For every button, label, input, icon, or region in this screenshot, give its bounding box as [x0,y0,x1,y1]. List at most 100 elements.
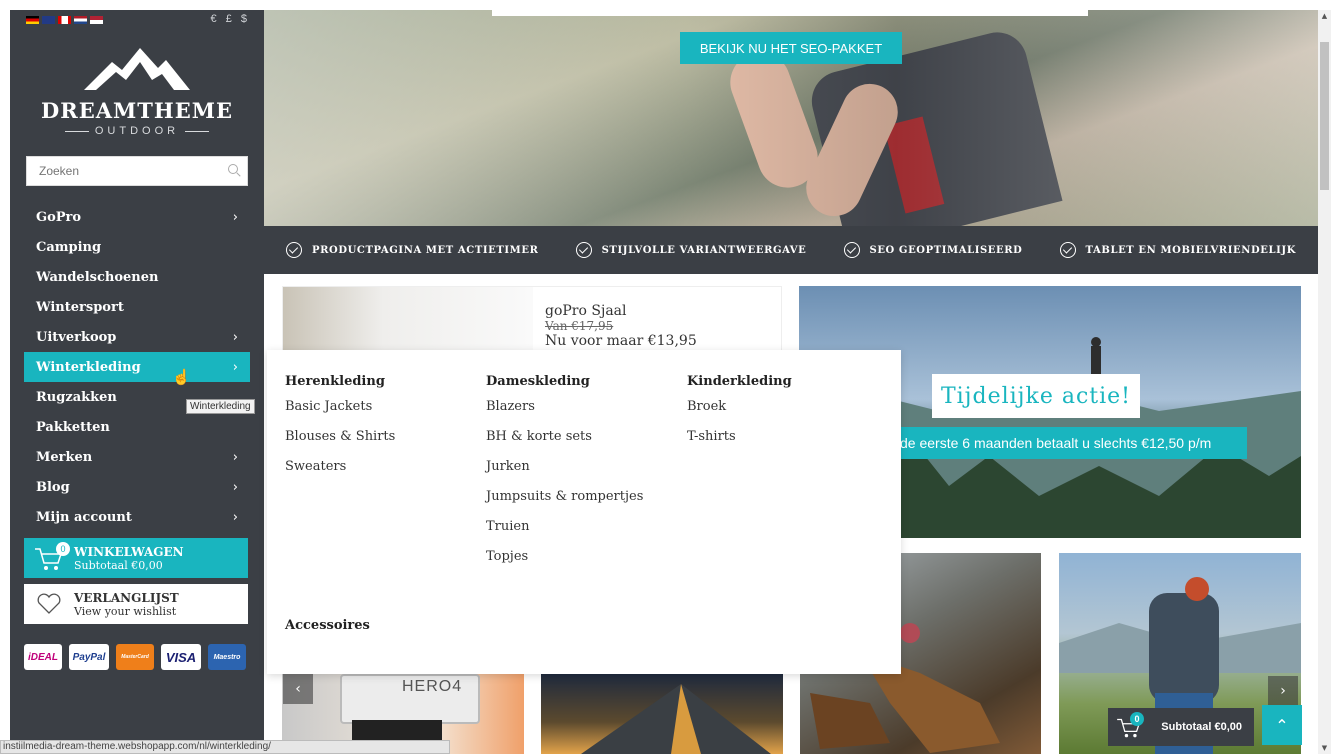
hero-top-bar [492,10,1088,16]
mega-link[interactable]: Topjes [486,549,643,579]
flag-de-icon[interactable] [26,16,39,24]
mega-link[interactable]: Sweaters [285,459,395,489]
check-circle-icon [1059,242,1076,258]
menu-item-label: Pakketten [36,419,110,435]
floating-cart-subtotal: Subtotaal €0,00 [1161,721,1242,733]
menu-item-label: Merken [36,449,93,465]
scroll-up-arrow-icon[interactable]: ▲ [1318,10,1331,22]
cart-icon: 0 [24,538,74,578]
menu-item-label: Wandelschoenen [36,269,159,285]
currency-switcher[interactable]: € £ $ [211,13,250,25]
chevron-right-icon: › [232,509,238,525]
sidebar-cart-button[interactable]: 0 WINKELWAGEN Subtotaal €0,00 [24,538,248,578]
gopro-label: HERO4 [402,678,463,695]
visa-icon: VISA [161,644,201,670]
mega-link[interactable]: Broek [687,399,792,429]
chevron-right-icon: › [232,329,238,345]
flag-uk-icon[interactable] [42,16,55,24]
wishlist-title: VERLANGLIJST [74,590,179,605]
usp-label: STIJLVOLLE VARIANTWEERGAVE [601,244,807,256]
menu-item-camping[interactable]: Camping [24,232,250,262]
promo-text: de eerste 6 maanden betaalt u slechts €1… [898,427,1245,459]
mega-link-accessoires[interactable]: Accessoires [285,618,370,633]
flag-nl-icon[interactable] [74,16,87,24]
mega-link[interactable]: Truien [486,519,643,549]
language-flags [26,16,103,24]
menu-item-mijn-account[interactable]: Mijn account › [24,502,250,532]
browser-status-url: instiilmedia-dream-theme.webshopapp.com/… [0,740,450,754]
menu-item-wandelschoenen[interactable]: Wandelschoenen [24,262,250,292]
slider-prev-button[interactable]: ‹ [283,674,313,704]
menu-item-label: Mijn account [36,509,132,525]
mega-link[interactable]: Jumpsuits & rompertjes [486,489,643,519]
usp-item: TABLET EN MOBIELVRIENDELIJK [1059,242,1296,258]
payment-methods: iDEAL PayPal MasterCard VISA Maestro [24,644,246,670]
mega-link[interactable]: Jurken [486,459,643,489]
tent-image [581,684,771,754]
chevron-up-icon: ⌃ [1275,715,1289,735]
flag-ca-icon[interactable] [58,16,71,24]
mega-link[interactable]: T-shirts [687,429,792,459]
flag-us-icon[interactable] [90,16,103,24]
product-name[interactable]: goPro Sjaal [545,303,697,319]
winterkleding-mega-menu: Herenkleding Basic Jackets Blouses & Shi… [267,350,901,674]
brand-logo[interactable]: DREAMTHEME OUTDOOR [10,44,264,137]
brand-title: DREAMTHEME [41,98,233,123]
scroll-to-top-button[interactable]: ⌃ [1262,705,1302,745]
menu-item-label: Blog [36,479,70,495]
menu-item-label: Rugzakken [36,389,117,405]
paypal-icon: PayPal [69,644,109,670]
check-circle-icon [575,242,592,258]
usp-item: STIJLVOLLE VARIANTWEERGAVE [575,242,807,258]
mountain-logo-icon [84,48,190,90]
page-scrollbar[interactable]: ▲ ▼ [1318,10,1331,754]
product-old-price: Van €17,95 [545,319,614,333]
tile-camping[interactable] [541,674,783,754]
mega-column-herenkleding: Herenkleding Basic Jackets Blouses & Shi… [285,374,395,489]
hero-banner[interactable]: BEKIJK NU HET SEO-PAKKET [264,10,1318,226]
cart-count-badge: 0 [56,542,70,556]
seo-package-button[interactable]: BEKIJK NU HET SEO-PAKKET [680,32,902,64]
menu-item-label: GoPro [36,209,82,225]
scroll-down-arrow-icon[interactable]: ▼ [1318,742,1331,754]
menu-item-uitverkoop[interactable]: Uitverkoop › [24,322,250,352]
mega-link[interactable]: Blazers [486,399,643,429]
mega-column-heading[interactable]: Kinderkleding [687,374,792,389]
scrollbar-thumb[interactable] [1320,42,1329,190]
floating-cart-button[interactable]: 0 Subtotaal €0,00 [1108,708,1254,746]
promo-title: Tijdelijke actie! [932,374,1140,418]
sidebar-wishlist-button[interactable]: VERLANGLIJST View your wishlist [24,584,248,624]
ideal-icon: iDEAL [24,644,62,670]
menu-item-pakketten[interactable]: Pakketten [24,412,250,442]
product-card[interactable]: goPro Sjaal Van €17,95 Nu voor maar €13,… [282,286,782,353]
menu-item-label: Winterkleding [36,359,141,375]
menu-item-gopro[interactable]: GoPro › [24,202,250,232]
usp-label: SEO GEOPTIMALISEERD [869,244,1023,256]
chevron-right-icon: › [232,359,238,375]
mega-link[interactable]: Basic Jackets [285,399,395,429]
mega-link[interactable]: BH & korte sets [486,429,643,459]
category-menu: GoPro › Camping Wandelschoenen Winterspor… [24,202,250,532]
search-icon[interactable] [228,164,238,174]
mega-column-heading[interactable]: Dameskleding [486,374,643,389]
cart-title: WINKELWAGEN [74,544,184,559]
menu-item-label: Uitverkoop [36,329,117,345]
menu-item-blog[interactable]: Blog › [24,472,250,502]
mastercard-icon: MasterCard [116,644,154,670]
menu-tooltip: Winterkleding [186,399,255,414]
mega-column-kinderkleding: Kinderkleding Broek T-shirts [687,374,792,459]
slider-next-button[interactable]: › [1268,676,1298,706]
usp-bar: PRODUCTPAGINA MET ACTIETIMER STIJLVOLLE … [264,226,1318,274]
chevron-right-icon: › [232,479,238,495]
menu-item-winterkleding[interactable]: Winterkleding › [24,352,250,382]
usp-label: TABLET EN MOBIELVRIENDELIJK [1085,244,1296,256]
mega-link[interactable]: Blouses & Shirts [285,429,395,459]
product-image [283,287,533,353]
brand-subtitle: OUTDOOR [10,125,264,137]
mega-column-dameskleding: Dameskleding Blazers BH & korte sets Jur… [486,374,643,579]
mega-column-heading[interactable]: Herenkleding [285,374,395,389]
search-input[interactable] [27,157,217,185]
hand-cursor-icon: ☝ [172,368,191,386]
menu-item-merken[interactable]: Merken › [24,442,250,472]
menu-item-wintersport[interactable]: Wintersport [24,292,250,322]
